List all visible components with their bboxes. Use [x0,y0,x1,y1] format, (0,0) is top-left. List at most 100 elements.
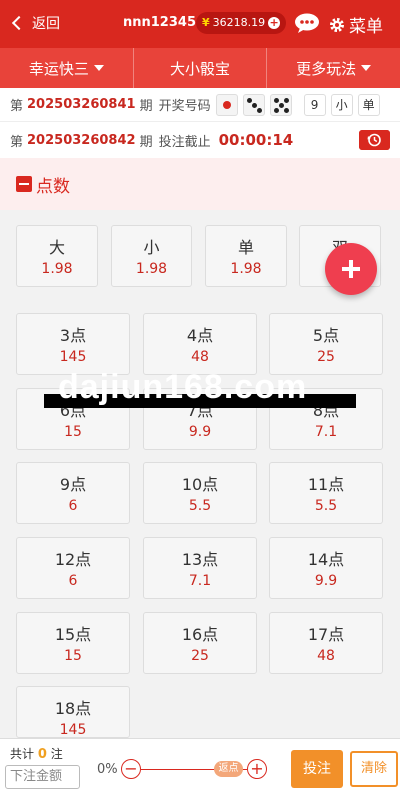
chevron-left-icon [11,15,27,31]
bet-amount-input[interactable]: 下注金额 [5,765,80,789]
chat-bubble-icon[interactable] [294,13,320,33]
current-issue-number: 202503260842 [27,132,136,148]
bet-odds: 48 [317,648,335,664]
bet-bottom-bar: 共计 0 注 下注金额 0% − 返点 + 投注 清除 [0,738,400,800]
dice-one-icon [215,93,238,116]
draw-size: 小 [330,93,353,116]
top-bar: 返回 nnn123456 ¥ 36218.19 + 菜单 [0,0,400,48]
bet-option-point[interactable]: 14点 9.9 [269,537,383,599]
bet-option-odd[interactable]: 单 1.98 [205,225,287,287]
clear-button[interactable]: 清除 [350,751,398,787]
bet-name: 15点 [54,625,92,644]
issue-suffix: 期 [139,134,153,150]
bet-name: 16点 [181,625,219,644]
bet-name: 12点 [54,550,92,569]
balance-amount: 36218.19 [212,16,266,29]
bet-name: 大 [48,238,65,257]
current-draw-row: 第 202503260842 期 投注截止 00:00:14 [0,122,400,158]
bet-count: 共计 0 注 [10,745,63,762]
countdown-timer: 00:00:14 [218,131,294,149]
caret-down-icon [93,65,104,71]
section-header-points[interactable]: 点数 [0,158,400,210]
bet-odds: 15 [64,424,82,440]
back-button[interactable]: 返回 [11,13,60,33]
draw-parity: 单 [357,93,380,116]
tab-lucky-k3[interactable]: 幸运快三 [0,48,134,88]
last-issue-number: 202503260841 [27,97,136,112]
bet-option-point[interactable]: 4点 48 [143,313,257,375]
back-label: 返回 [32,16,60,32]
add-funds-icon[interactable]: + [268,17,281,29]
rebate-increase-button[interactable]: + [247,759,267,779]
count-number: 0 [37,747,47,762]
bet-odds: 5.5 [188,498,212,514]
bet-odds: 145 [59,722,87,738]
bet-option-point[interactable]: 13点 7.1 [143,537,257,599]
rebate-decrease-button[interactable]: − [121,759,141,779]
bet-option-point[interactable]: 10点 5.5 [143,462,257,524]
watermark-overlay: dajiun168.com [44,372,356,408]
bet-option-point[interactable]: 3点 145 [16,313,130,375]
bet-option-point[interactable]: 16点 25 [143,612,257,674]
username: nnn123456 [123,15,206,30]
count-prefix: 共计 [10,747,35,761]
bet-odds: 145 [59,349,87,365]
history-icon[interactable] [359,130,390,150]
bet-odds: 5.5 [314,498,338,514]
bet-odds: 25 [317,349,335,365]
bet-name: 14点 [307,550,345,569]
issue-suffix: 期 [139,99,153,114]
bet-name: 小 [143,238,160,257]
balance-badge[interactable]: ¥ 36218.19 + [196,12,287,34]
bet-option-small[interactable]: 小 1.98 [111,225,192,287]
bet-name: 4点 [186,326,214,345]
bet-option-point[interactable]: 17点 48 [269,612,383,674]
draw-sum: 9 [303,93,326,116]
bet-odds: 7.1 [314,424,338,440]
bet-option-point[interactable]: 9点 6 [16,462,130,524]
gear-icon [330,17,344,32]
dice-five-icon [269,93,292,116]
caret-down-icon [361,65,372,71]
issue-prefix: 第 [10,134,24,150]
tab-label: 幸运快三 [28,59,89,78]
floating-add-button[interactable] [325,243,377,295]
bet-option-point[interactable]: 5点 25 [269,313,383,375]
count-suffix: 注 [50,747,63,761]
bet-odds: 15 [64,648,82,664]
issue-prefix: 第 [10,99,24,114]
tab-label: 更多玩法 [296,59,357,78]
section-title: 点数 [36,176,70,197]
tab-more-plays[interactable]: 更多玩法 [267,48,400,88]
tab-sicbo[interactable]: 大小骰宝 [134,48,268,88]
rebate-slider-thumb[interactable]: 返点 [214,761,243,777]
menu-button[interactable]: 菜单 [329,12,383,37]
bet-name: 11点 [307,475,345,494]
bet-odds: 1.98 [135,261,168,277]
deadline-label: 投注截止 [158,134,211,150]
bet-name: 单 [237,238,254,257]
last-draw-row: 第 202503260841 期 开奖号码 9 小 单 [0,88,400,122]
bet-odds: 9.9 [188,424,212,440]
bet-option-point[interactable]: 18点 145 [16,686,130,738]
place-bet-button[interactable]: 投注 [291,750,343,788]
bet-option-point[interactable]: 15点 15 [16,612,130,674]
collapse-icon [16,176,32,192]
bet-option-point[interactable]: 12点 6 [16,537,130,599]
bet-option-big[interactable]: 大 1.98 [16,225,98,287]
dice-three-icon [242,93,265,116]
bet-name: 5点 [312,326,340,345]
rebate-percent: 0% [97,762,118,777]
bet-odds: 1.98 [230,261,262,277]
bet-name: 9点 [59,475,87,494]
bet-name: 10点 [181,475,219,494]
bet-odds: 25 [191,648,209,664]
draw-result-label: 开奖号码 [158,99,211,114]
bet-name: 13点 [181,550,219,569]
bet-odds: 7.1 [188,573,212,589]
bet-name: 17点 [307,625,345,644]
bet-odds: 1.98 [41,261,73,277]
bet-option-point[interactable]: 11点 5.5 [269,462,383,524]
bet-odds: 48 [191,349,209,365]
bet-odds: 6 [68,573,78,589]
